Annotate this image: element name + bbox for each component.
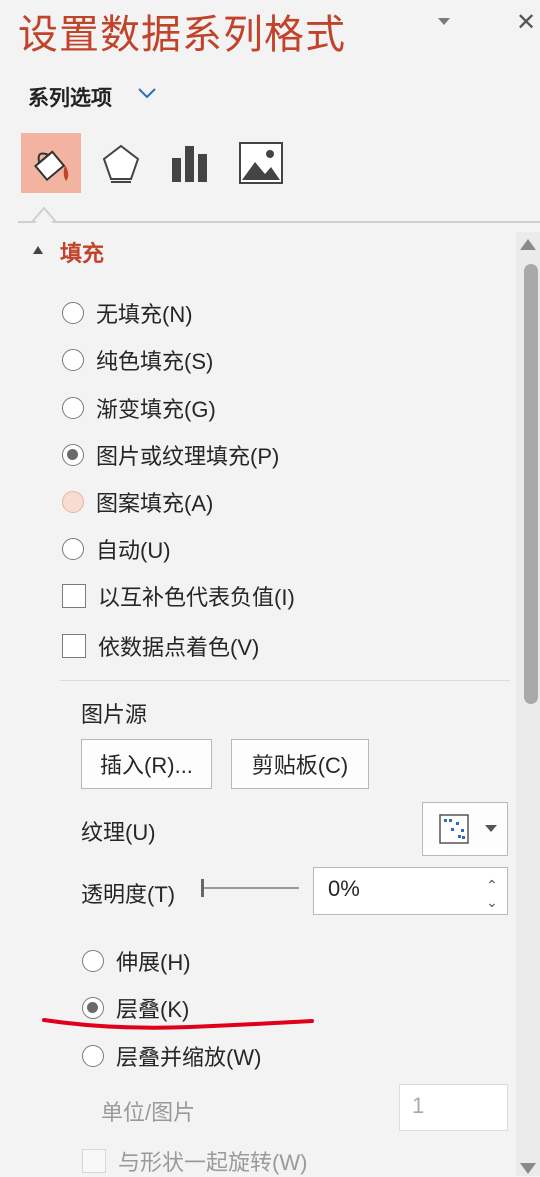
scrollbar-thumb[interactable] [524, 264, 538, 704]
spin-down-icon[interactable]: ⌄ [486, 894, 498, 911]
subsection-divider [60, 680, 510, 681]
radio-picture-texture-fill[interactable]: 图片或纹理填充(P) [62, 439, 279, 471]
option-label: 纯色填充(S) [96, 349, 214, 374]
transparency-slider-thumb[interactable] [201, 879, 204, 897]
radio-button[interactable] [82, 1045, 104, 1067]
checkbox-vary-colors-by-point[interactable]: 依数据点着色(V) [62, 630, 259, 662]
option-label: 无填充(N) [96, 302, 193, 327]
clipboard-button[interactable]: 剪贴板(C) [231, 739, 369, 789]
option-label: 图片或纹理填充(P) [96, 444, 280, 469]
section-title-fill[interactable]: 填充 [60, 236, 104, 268]
collapse-triangle-icon[interactable] [33, 246, 43, 254]
radio-gradient-fill[interactable]: 渐变填充(G) [62, 392, 216, 424]
red-underline-annotation [42, 1018, 314, 1030]
option-label: 自动(U) [96, 538, 171, 563]
radio-stretch[interactable]: 伸展(H) [82, 945, 191, 977]
tabs-divider [18, 221, 540, 223]
spin-up-icon[interactable]: ⌃ [486, 877, 498, 894]
radio-automatic[interactable]: 自动(U) [62, 533, 171, 565]
radio-button[interactable] [62, 538, 84, 560]
transparency-value[interactable]: 0% [328, 876, 360, 902]
option-label: 与形状一起旋转(W) [118, 1150, 308, 1175]
tab-picture[interactable] [231, 133, 291, 193]
transparency-label: 透明度(T) [81, 882, 176, 907]
radio-button[interactable] [82, 950, 104, 972]
radio-button[interactable] [62, 491, 84, 513]
chevron-down-icon[interactable] [137, 86, 157, 100]
checkbox[interactable] [62, 584, 86, 608]
radio-button[interactable] [62, 302, 84, 324]
pointer-mask [35, 213, 53, 223]
insert-button[interactable]: 插入(R)... [81, 739, 212, 789]
checkbox-rotate-with-shape[interactable]: 与形状一起旋转(W) [82, 1145, 307, 1177]
radio-stack-and-scale[interactable]: 层叠并缩放(W) [82, 1040, 261, 1072]
transparency-spinner[interactable]: 0% ⌃ ⌄ [313, 867, 508, 915]
radio-solid-fill[interactable]: 纯色填充(S) [62, 344, 213, 376]
radio-button[interactable] [62, 397, 84, 419]
option-label: 渐变填充(G) [96, 397, 216, 422]
dropdown-arrow-icon [485, 825, 497, 832]
radio-pattern-fill[interactable]: 图案填充(A) [62, 486, 213, 518]
tab-effects[interactable] [91, 133, 151, 193]
option-label: 伸展(H) [116, 950, 191, 975]
units-per-picture-input[interactable]: 1 [399, 1084, 508, 1131]
radio-button[interactable] [62, 349, 84, 371]
scroll-up-arrow-icon[interactable] [520, 239, 536, 250]
option-label: 图案填充(A) [96, 491, 214, 516]
option-label: 以互补色代表负值(I) [98, 585, 295, 610]
picture-source-label: 图片源 [81, 702, 148, 727]
pentagon-icon [102, 144, 140, 183]
pane-title: 设置数据系列格式 [18, 13, 346, 57]
units-per-picture-label: 单位/图片 [101, 1100, 196, 1125]
units-per-picture-value: 1 [412, 1093, 425, 1118]
transparency-slider-track[interactable] [203, 887, 299, 889]
scroll-down-arrow-icon[interactable] [520, 1163, 536, 1174]
checkbox[interactable] [62, 634, 86, 658]
option-label: 依数据点着色(V) [98, 635, 260, 660]
series-options-label[interactable]: 系列选项 [28, 82, 112, 112]
radio-no-fill[interactable]: 无填充(N) [62, 297, 193, 329]
pane-options-dropdown-icon[interactable] [438, 18, 450, 25]
tab-series-options[interactable] [160, 133, 220, 193]
bar-chart-icon [172, 146, 207, 182]
radio-button[interactable] [62, 444, 84, 466]
checkbox[interactable] [82, 1149, 106, 1173]
picture-icon [239, 142, 283, 184]
texture-dropdown[interactable] [422, 802, 508, 856]
tab-fill-line[interactable] [21, 133, 81, 193]
fill-bucket-icon [34, 150, 69, 182]
option-label: 层叠并缩放(W) [116, 1045, 262, 1070]
texture-label: 纹理(U) [81, 820, 156, 845]
texture-swatch-icon [439, 814, 469, 844]
checkbox-invert-if-negative[interactable]: 以互补色代表负值(I) [62, 580, 295, 612]
close-icon[interactable]: ✕ [516, 8, 536, 38]
